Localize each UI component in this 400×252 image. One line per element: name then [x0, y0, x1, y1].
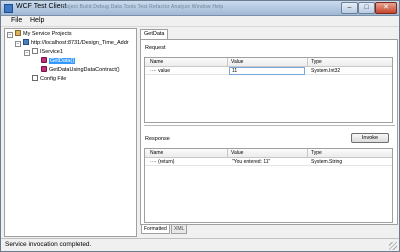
request-grid-header: Name Value Type	[145, 58, 392, 67]
column-divider[interactable]	[227, 58, 228, 67]
menu-bar: File Help	[1, 16, 399, 27]
value-input[interactable]	[229, 67, 305, 75]
tab-getdata[interactable]: GetData	[140, 29, 169, 39]
column-divider[interactable]	[227, 149, 228, 158]
column-header-type[interactable]: Type	[311, 150, 322, 156]
value-text: 11	[232, 68, 238, 74]
operation-icon	[41, 57, 47, 63]
type-cell: System.Int32	[311, 68, 341, 74]
row-name-cell: ···· value	[150, 68, 170, 74]
table-row[interactable]: ···· value 11 System.Int32	[145, 67, 392, 75]
tree-node-contract[interactable]: − IService1	[24, 48, 63, 57]
tab-formatted[interactable]: Formatted	[141, 225, 170, 234]
tree-label: http://localhost:8731/Design_Time_Addr	[31, 40, 129, 46]
tree-label: Config File	[40, 76, 67, 82]
tree-label: My Service Projects	[23, 31, 72, 37]
return-name: (return)	[158, 159, 175, 165]
title-bar[interactable]: WCF Test Client Project Build Debug Data…	[1, 1, 399, 16]
config-file-icon	[32, 75, 38, 81]
return-type: System.String	[311, 159, 343, 165]
tree-node-projects[interactable]: − My Service Projects	[7, 30, 72, 39]
projects-icon	[15, 30, 21, 36]
operation-pane: GetData Request Name Value Type ···· val…	[140, 28, 398, 237]
column-divider[interactable]	[307, 149, 308, 158]
table-row[interactable]: ···· (return) "You entered: 11" System.S…	[145, 158, 392, 166]
collapse-icon[interactable]: −	[7, 32, 13, 38]
tree-label: IService1	[40, 49, 63, 55]
status-text: Service invocation completed.	[5, 241, 92, 248]
wcf-test-client-window: WCF Test Client Project Build Debug Data…	[0, 0, 400, 252]
param-name: value	[158, 68, 171, 74]
response-grid-header: Name Value Type	[145, 149, 392, 158]
request-response-splitter[interactable]	[144, 125, 395, 126]
close-button[interactable]: ✕	[375, 2, 397, 14]
service-tree-pane[interactable]: − My Service Projects − http://localhost:8…	[4, 28, 137, 237]
collapse-icon[interactable]: −	[15, 41, 21, 47]
response-label: Response	[145, 136, 170, 142]
column-header-value[interactable]: Value	[231, 59, 243, 65]
column-header-value[interactable]: Value	[231, 150, 243, 156]
resize-grip-icon[interactable]	[389, 242, 397, 250]
tree-node-operation[interactable]: GetData()	[41, 57, 76, 66]
tree-line-icon: ····	[150, 68, 159, 74]
minimize-button[interactable]: –	[341, 2, 358, 14]
operation-icon	[41, 66, 47, 72]
collapse-icon[interactable]: −	[24, 50, 30, 56]
tree-node-endpoint[interactable]: − http://localhost:8731/Design_Time_Addr	[15, 39, 129, 48]
row-name-cell: ···· (return)	[150, 159, 174, 165]
return-value: "You entered: 11"	[232, 159, 271, 165]
document-tabs: GetData	[140, 28, 398, 39]
column-divider[interactable]	[307, 58, 308, 67]
app-icon	[4, 4, 13, 13]
column-header-type[interactable]: Type	[311, 59, 322, 65]
tab-content: Request Name Value Type ···· value 11 Sy…	[140, 39, 398, 225]
response-grid[interactable]: Name Value Type ···· (return) "You enter…	[144, 148, 393, 223]
tree-node-config[interactable]: Config File	[32, 75, 66, 84]
invoke-button[interactable]: Invoke	[351, 133, 389, 143]
request-label: Request	[145, 45, 166, 51]
column-header-name[interactable]: Name	[150, 150, 163, 156]
tree-node-operation[interactable]: GetDataUsingDataContract()	[41, 66, 120, 75]
column-header-name[interactable]: Name	[150, 59, 163, 65]
tree-label: GetData()	[49, 58, 76, 64]
contract-icon	[32, 48, 38, 54]
menu-help[interactable]: Help	[30, 17, 44, 24]
maximize-button[interactable]: □	[358, 2, 375, 14]
menu-file[interactable]: File	[11, 17, 22, 24]
window-title: WCF Test Client	[16, 3, 67, 10]
request-grid[interactable]: Name Value Type ···· value 11 System.Int…	[144, 57, 393, 123]
tree-line-icon: ····	[150, 159, 159, 165]
service-icon	[23, 39, 29, 45]
status-bar: Service invocation completed.	[1, 238, 399, 251]
tree-label: GetDataUsingDataContract()	[49, 67, 120, 73]
view-tabs: Formatted XML	[140, 225, 398, 235]
background-menu-text: Project Build Debug Data Tools Test Refa…	[61, 4, 224, 10]
tab-xml[interactable]: XML	[171, 225, 188, 234]
